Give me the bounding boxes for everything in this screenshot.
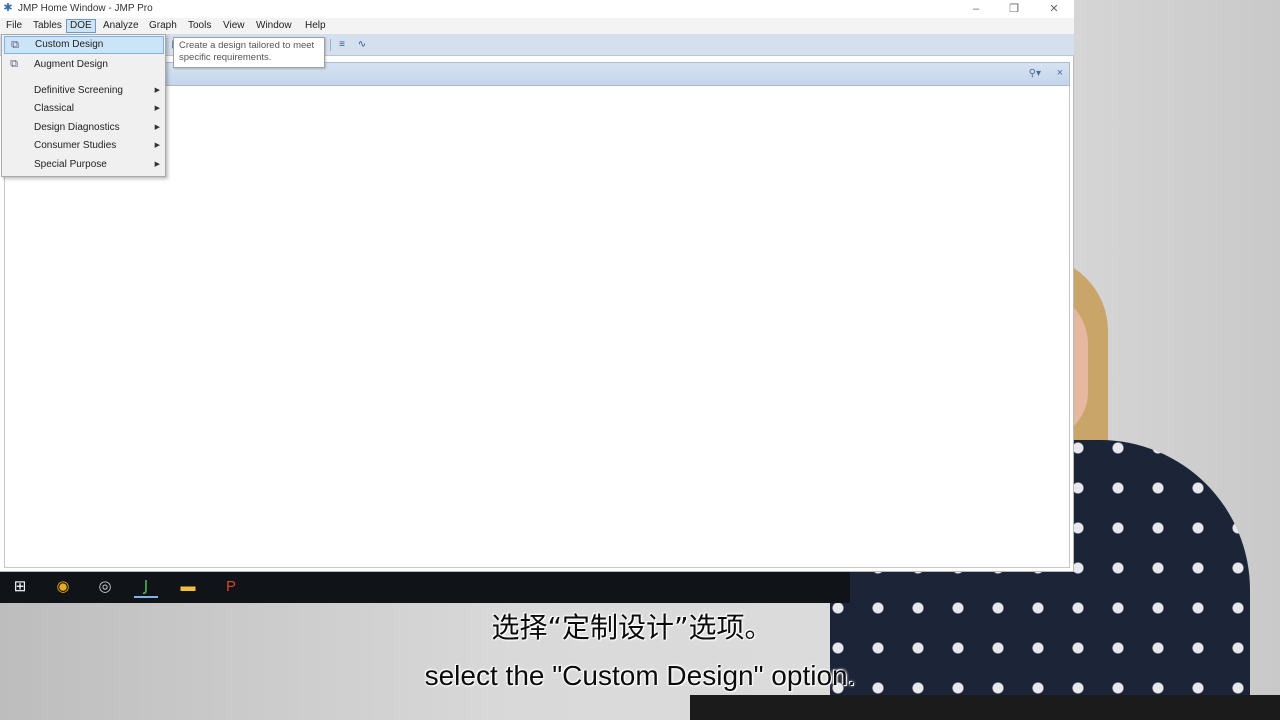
- obs-icon[interactable]: ◎: [93, 576, 117, 598]
- menu-tools[interactable]: Tools: [185, 19, 214, 33]
- toolbar-separator: [330, 39, 331, 51]
- menu-item-definitive-screening[interactable]: Definitive Screening ▶: [4, 82, 164, 100]
- submenu-arrow-icon: ▶: [154, 161, 160, 168]
- window-title: JMP Home Window - JMP Pro: [18, 3, 153, 14]
- windows-start-icon[interactable]: ⊞: [8, 576, 32, 598]
- menu-file[interactable]: File: [3, 19, 25, 33]
- augment-design-icon: ⧉: [10, 58, 18, 70]
- menu-analyze[interactable]: Analyze: [100, 19, 142, 33]
- title-bar: ✱ JMP Home Window - JMP Pro – ❐ ✕: [0, 0, 1074, 18]
- subtitle-english: select the "Custom Design" option.: [424, 660, 856, 691]
- jmp-home-window: ✱ JMP Home Window - JMP Pro – ❐ ✕ File T…: [0, 0, 1074, 572]
- menu-bar: File Tables DOE Analyze Graph Tools View…: [0, 18, 1074, 34]
- doe-dropdown-menu: ⧉ Custom Design ⧉ Augment Design Definit…: [1, 34, 166, 177]
- menu-item-label: Special Purpose: [34, 159, 107, 170]
- minimize-icon[interactable]: –: [956, 0, 996, 18]
- menu-item-label: Custom Design: [35, 39, 104, 50]
- menu-item-label: Classical: [34, 103, 75, 114]
- menu-item-label: Definitive Screening: [34, 85, 123, 96]
- menu-help[interactable]: Help: [302, 19, 329, 33]
- menu-item-label: Design Diagnostics: [34, 122, 120, 133]
- menu-graph[interactable]: Graph: [146, 19, 180, 33]
- submenu-arrow-icon: ▶: [154, 142, 160, 149]
- menu-item-classical[interactable]: Classical ▶: [4, 100, 164, 118]
- jmp-taskbar-icon[interactable]: Ϳ: [134, 576, 158, 598]
- menu-item-design-diagnostics[interactable]: Design Diagnostics ▶: [4, 119, 164, 137]
- submenu-arrow-icon: ▶: [154, 87, 160, 94]
- menu-window[interactable]: Window: [253, 19, 295, 33]
- custom-design-tooltip: Create a design tailored to meet specifi…: [173, 37, 325, 68]
- submenu-arrow-icon: ▶: [154, 105, 160, 112]
- menu-item-consumer-studies[interactable]: Consumer Studies ▶: [4, 137, 164, 155]
- podium: [690, 695, 1280, 720]
- windows-taskbar: ⊞ ◉ ◎ Ϳ ▬ P: [0, 572, 850, 603]
- restore-icon[interactable]: ❐: [994, 0, 1034, 18]
- pin-icon[interactable]: ⚲▾: [1029, 68, 1041, 79]
- file-explorer-icon[interactable]: ▬: [176, 576, 200, 598]
- menu-view[interactable]: View: [220, 19, 248, 33]
- tooltip-line-2: specific requirements.: [179, 52, 272, 63]
- chrome-icon[interactable]: ◉: [51, 576, 75, 598]
- menu-item-augment-design[interactable]: ⧉ Augment Design: [4, 56, 164, 74]
- menu-item-label: Augment Design: [34, 59, 108, 70]
- menu-item-special-purpose[interactable]: Special Purpose ▶: [4, 156, 164, 174]
- panel-close-icon[interactable]: ×: [1057, 67, 1063, 79]
- powerpoint-icon[interactable]: P: [219, 576, 243, 598]
- submenu-arrow-icon: ▶: [154, 124, 160, 131]
- jmp-app-icon: ✱: [3, 2, 13, 14]
- menu-tables[interactable]: Tables: [30, 19, 65, 33]
- menu-item-custom-design[interactable]: ⧉ Custom Design: [4, 36, 164, 54]
- chart-icon[interactable]: ≡: [334, 38, 350, 52]
- menu-doe[interactable]: DOE: [66, 19, 96, 33]
- custom-design-icon: ⧉: [11, 39, 19, 51]
- menu-item-label: Consumer Studies: [34, 140, 117, 151]
- subtitle-chinese: 选择“定制设计”选项。: [491, 611, 773, 644]
- tooltip-line-1: Create a design tailored to meet: [179, 40, 315, 51]
- close-icon[interactable]: ✕: [1034, 0, 1074, 18]
- curve-icon[interactable]: ∿: [354, 38, 370, 52]
